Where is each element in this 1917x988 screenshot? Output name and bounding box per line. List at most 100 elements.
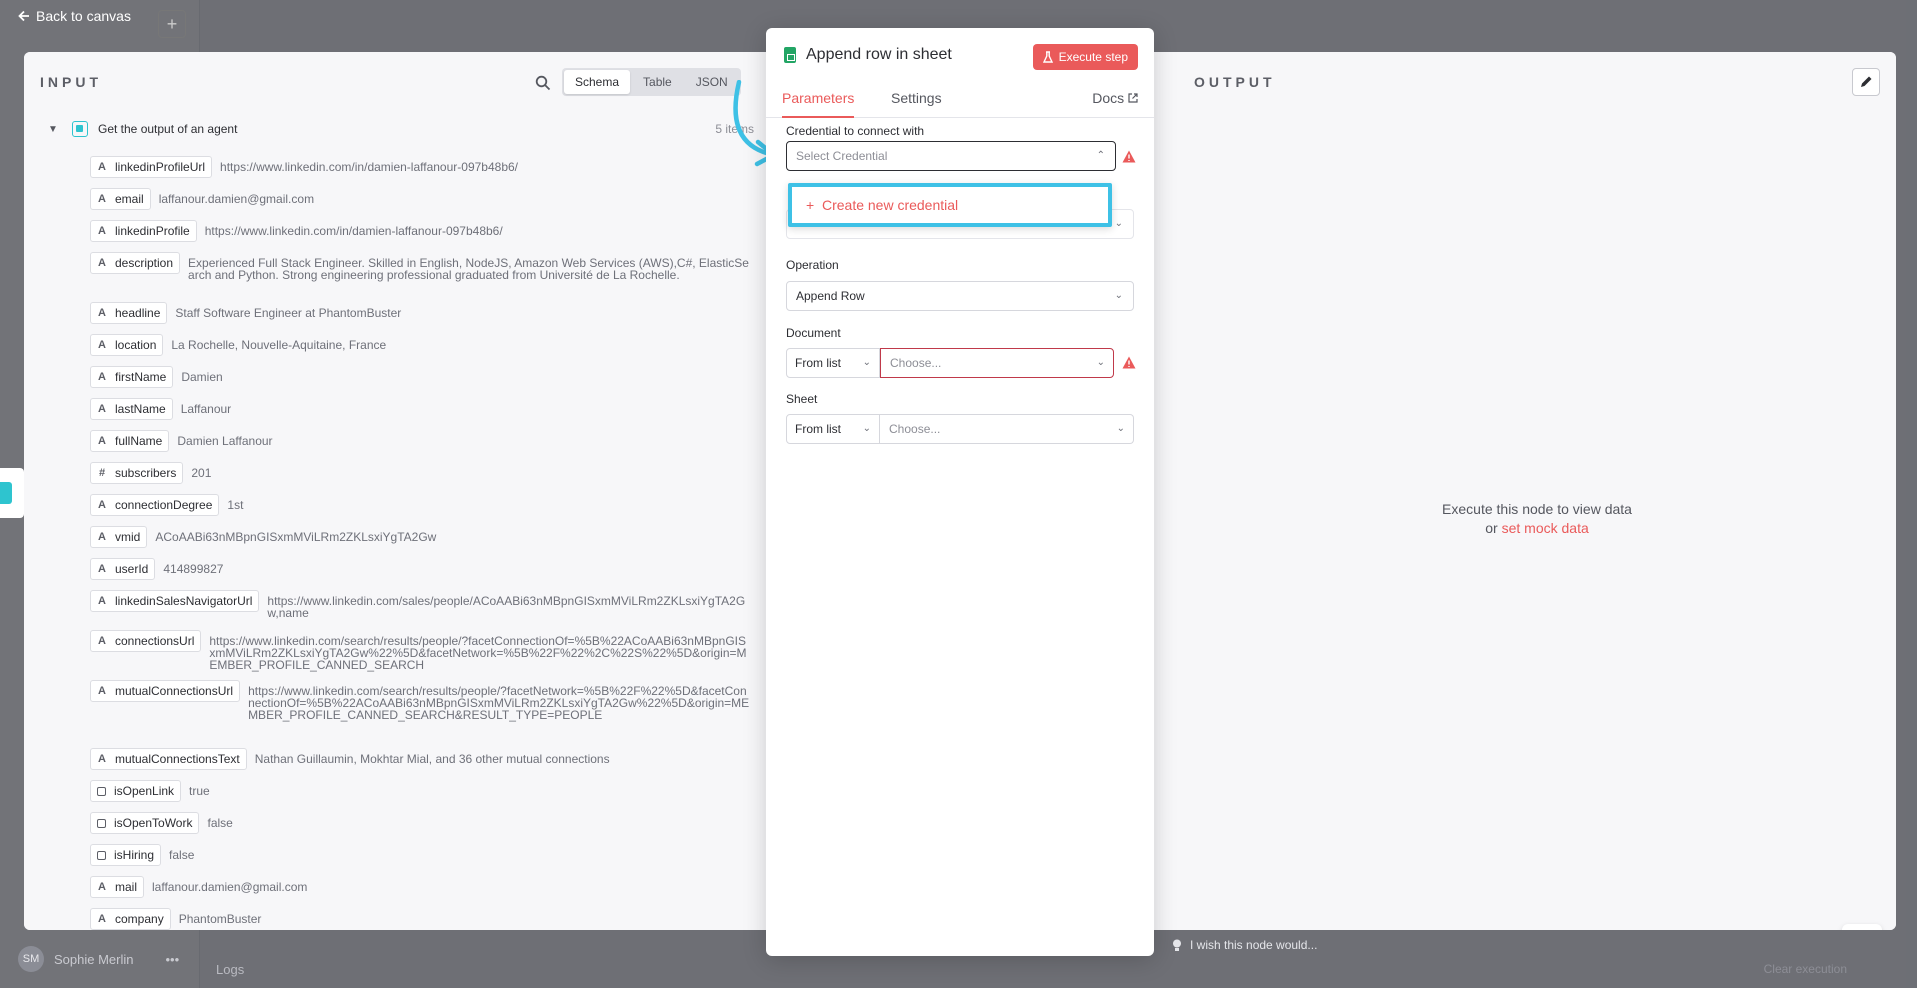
field-key-pill[interactable]: AmutualConnectionsUrl (90, 680, 241, 702)
document-mode-value: From list (795, 356, 841, 370)
field-key-pill[interactable]: AconnectionsUrl (90, 630, 202, 652)
schema-field-row[interactable]: AlastName Laffanour (90, 398, 750, 420)
field-key: isHiring (114, 848, 155, 862)
document-placeholder: Choose... (890, 356, 942, 370)
user-menu[interactable]: SM Sophie Merlin ••• (18, 946, 179, 972)
string-type-icon: A (98, 403, 106, 415)
string-type-icon: A (98, 753, 106, 765)
field-key-pill[interactable]: isHiring (90, 844, 162, 866)
operation-label: Operation (786, 258, 839, 272)
docs-link[interactable]: Docs (1092, 84, 1138, 112)
schema-field-row[interactable]: AuserId 414899827 (90, 558, 750, 580)
field-key-pill[interactable]: Adescription (90, 252, 181, 274)
field-key-pill[interactable]: AlastName (90, 398, 173, 420)
field-key-pill[interactable]: AfullName (90, 430, 170, 452)
field-key: firstName (115, 370, 167, 384)
schema-mode-button[interactable]: Schema (564, 70, 631, 94)
schema-field-row[interactable]: AlinkedinProfileUrl https://www.linkedin.… (90, 156, 750, 178)
node-title[interactable]: Append row in sheet (806, 46, 952, 64)
string-type-icon: A (98, 685, 106, 697)
execute-step-button[interactable]: Execute step (1032, 44, 1138, 70)
field-value: laffanour.damien@gmail.com (152, 880, 308, 894)
field-key: linkedinSalesNavigatorUrl (115, 594, 253, 608)
or-label: or (1485, 520, 1498, 536)
ai-assistant-button[interactable] (1842, 924, 1882, 930)
operation-select[interactable]: Append Row ⌄ (786, 281, 1134, 311)
schema-field-row[interactable]: Aemail laffanour.damien@gmail.com (90, 188, 750, 210)
schema-field-row[interactable]: Avmid ACoAABi63nMBpnGISxmMViLRm2ZKLsxiYgT… (90, 526, 750, 548)
create-credential-option[interactable]: + Create new credential (806, 197, 958, 213)
field-key-pill[interactable]: Aemail (90, 188, 151, 210)
pencil-icon (1861, 76, 1872, 87)
schema-field-row[interactable]: AmutualConnectionsText Nathan Guillaumin,… (90, 748, 750, 770)
document-mode-select[interactable]: From list ⌄ (786, 348, 880, 378)
field-key: location (115, 338, 157, 352)
field-key-pill[interactable]: AmutualConnectionsText (90, 748, 247, 770)
schema-field-row[interactable]: AconnectionDegree 1st (90, 494, 750, 516)
feedback-prompt[interactable]: I wish this node would... (1172, 938, 1317, 952)
table-mode-button[interactable]: Table (632, 70, 683, 94)
more-icon[interactable]: ••• (166, 952, 180, 967)
schema-field-row[interactable]: AconnectionsUrl https://www.linkedin.com/… (90, 630, 750, 671)
credential-select[interactable]: Select Credential ⌃ (786, 141, 1116, 171)
field-key-pill[interactable]: Aheadline (90, 302, 168, 324)
string-type-icon: A (98, 635, 106, 647)
schema-field-row[interactable]: Aheadline Staff Software Engineer at Phan… (90, 302, 750, 324)
field-key-pill[interactable]: Amail (90, 876, 145, 898)
field-key-pill[interactable]: AuserId (90, 558, 156, 580)
schema-field-row[interactable]: AfullName Damien Laffanour (90, 430, 750, 452)
sheet-label: Sheet (786, 392, 818, 406)
field-key-pill[interactable]: Alocation (90, 334, 164, 356)
schema-field-row[interactable]: AfirstName Damien (90, 366, 750, 388)
schema-field-row[interactable]: # subscribers 201 (90, 462, 750, 484)
feedback-label: I wish this node would... (1190, 938, 1318, 952)
field-key-pill[interactable]: isOpenLink (90, 780, 182, 802)
schema-field-row[interactable]: Adescription Experienced Full Stack Engin… (90, 252, 750, 281)
schema-field-row[interactable]: isOpenLink true (90, 780, 750, 802)
field-key: linkedinProfile (115, 224, 190, 238)
clear-execution-button[interactable]: Clear execution (1764, 962, 1847, 976)
schema-group-header[interactable]: ▼ Get the output of an agent 5 items (48, 118, 768, 140)
field-key-pill[interactable]: AlinkedinProfile (90, 220, 197, 242)
field-key-pill[interactable]: AlinkedinProfileUrl (90, 156, 213, 178)
sheet-select[interactable]: Choose... ⌄ (880, 414, 1134, 444)
search-icon[interactable] (532, 72, 554, 94)
field-value: Damien (181, 370, 223, 384)
set-mock-data-link[interactable]: set mock data (1502, 520, 1589, 536)
schema-field-row[interactable]: Acompany PhantomBuster (90, 908, 750, 930)
logs-label[interactable]: Logs (216, 962, 244, 977)
field-key-pill[interactable]: Acompany (90, 908, 171, 930)
field-key: mail (115, 880, 138, 894)
side-handle[interactable] (0, 468, 24, 518)
tab-settings[interactable]: Settings (891, 84, 942, 118)
field-key-pill[interactable]: AfirstName (90, 366, 174, 388)
schema-field-row[interactable]: AlinkedinProfile https://www.linkedin.com… (90, 220, 750, 242)
document-select[interactable]: Choose... ⌄ (880, 348, 1114, 378)
field-key: mutualConnectionsUrl (115, 684, 234, 698)
field-key-pill[interactable]: AconnectionDegree (90, 494, 220, 516)
tab-parameters[interactable]: Parameters (782, 84, 855, 118)
schema-field-row[interactable]: AlinkedinSalesNavigatorUrl https://www.li… (90, 590, 750, 619)
agent-node-icon (72, 121, 88, 137)
chevron-down-icon: ⌄ (1114, 218, 1123, 229)
field-key-pill[interactable]: isOpenToWork (90, 812, 200, 834)
add-node-button[interactable]: + (158, 10, 186, 38)
field-key-pill[interactable]: AlinkedinSalesNavigatorUrl (90, 590, 260, 612)
schema-field-row[interactable]: AmutualConnectionsUrl https://www.linkedi… (90, 680, 750, 721)
field-value: https://www.linkedin.com/in/damien-laffa… (204, 224, 503, 238)
field-key-pill[interactable]: # subscribers (90, 462, 184, 484)
field-value: 201 (191, 466, 212, 480)
sheet-mode-select[interactable]: From list ⌄ (786, 414, 880, 444)
chevron-down-icon[interactable]: ▼ (48, 124, 66, 135)
schema-field-row[interactable]: Amail laffanour.damien@gmail.com (90, 876, 750, 898)
schema-field-row[interactable]: Alocation La Rochelle, Nouvelle-Aquitaine… (90, 334, 750, 356)
edit-output-button[interactable] (1852, 68, 1880, 96)
back-to-canvas-link[interactable]: Back to canvas (18, 8, 131, 24)
field-key: lastName (115, 402, 166, 416)
string-type-icon: A (98, 595, 106, 607)
field-value: Experienced Full Stack Engineer. Skilled… (188, 256, 749, 282)
schema-field-row[interactable]: isOpenToWork false (90, 812, 750, 834)
node-parameters-panel: Append row in sheet Execute step Paramet… (766, 28, 1154, 956)
schema-field-row[interactable]: isHiring false (90, 844, 750, 866)
field-key-pill[interactable]: Avmid (90, 526, 148, 548)
